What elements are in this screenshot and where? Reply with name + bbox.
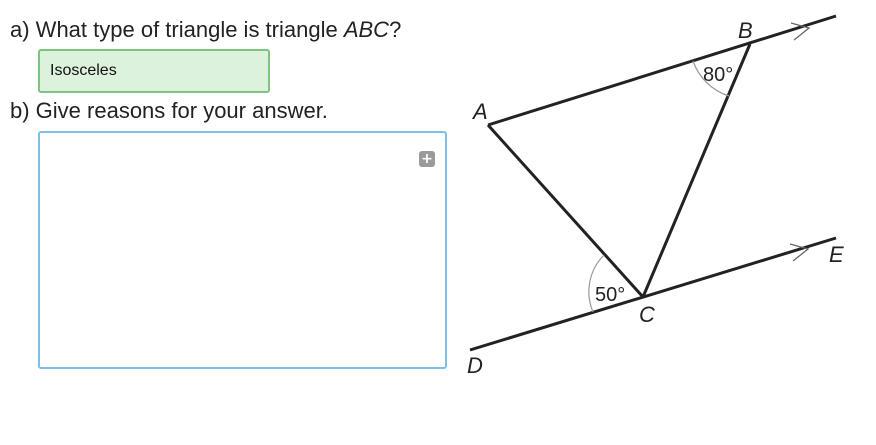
side-bc: [641, 43, 752, 298]
point-d-label: D: [467, 353, 483, 378]
angle-b-label: 80°: [703, 64, 733, 86]
line-d-e: [469, 236, 837, 352]
point-e-label: E: [829, 242, 844, 267]
point-a-label: A: [471, 99, 488, 124]
line-through-a-b: [487, 14, 837, 127]
point-b-label: B: [738, 18, 753, 43]
angle-c-label: 50°: [595, 284, 625, 306]
geometry-diagram: 80° 50° A B C D E: [467, 14, 844, 378]
point-c-label: C: [639, 302, 655, 327]
side-ac: [486, 123, 645, 299]
